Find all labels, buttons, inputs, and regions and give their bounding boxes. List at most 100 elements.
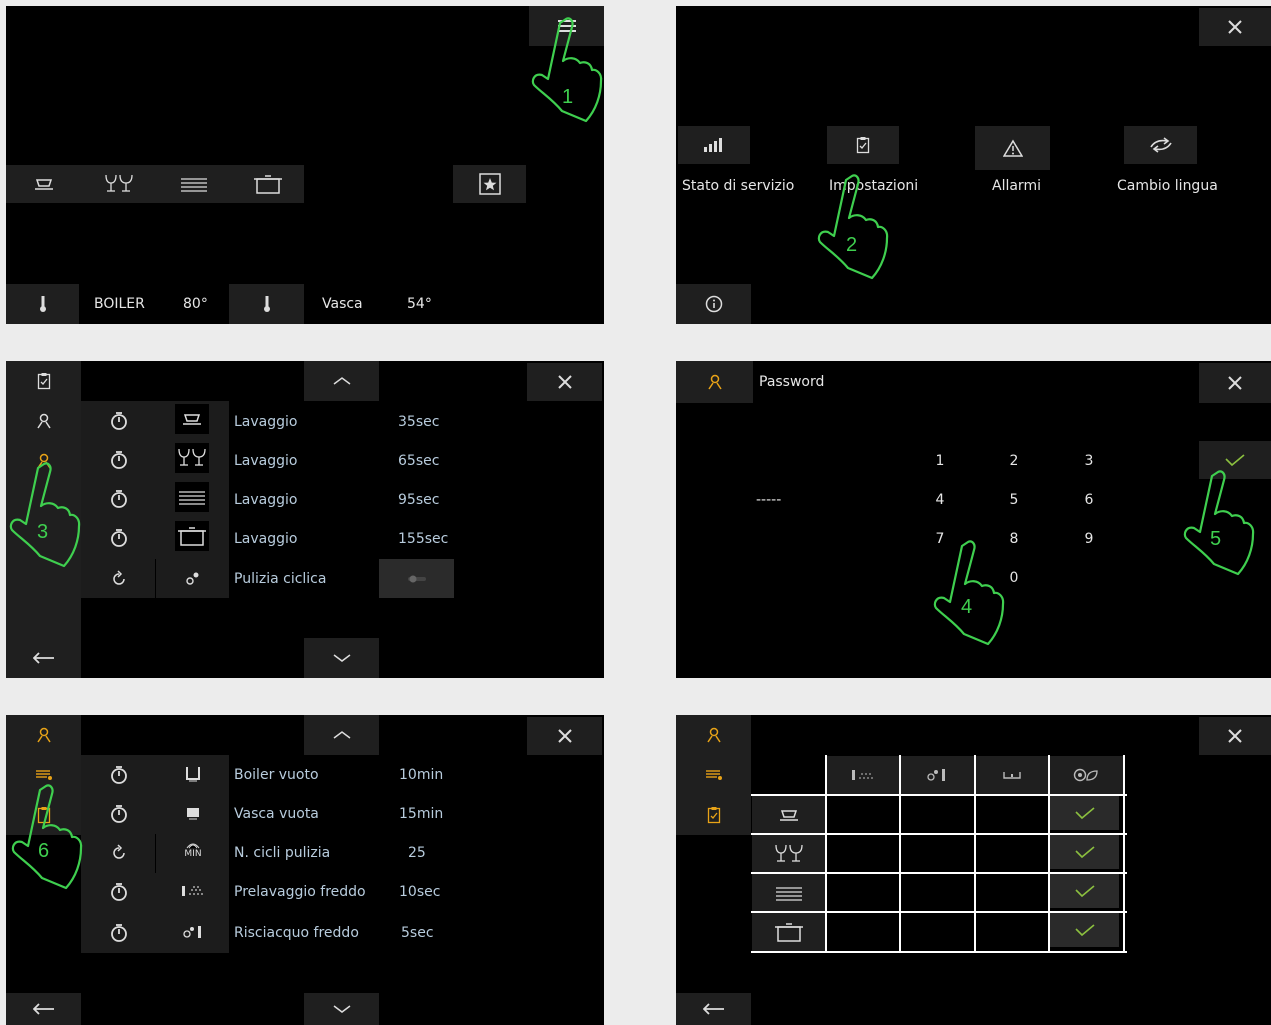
sidebar-technician-tab[interactable]: [676, 715, 751, 755]
password-entry[interactable]: -----: [756, 491, 781, 509]
matrix-cell[interactable]: [976, 835, 1048, 872]
keypad-key-5[interactable]: 5: [1004, 491, 1024, 509]
change-language-button[interactable]: [1124, 126, 1197, 164]
program-plates-button[interactable]: [156, 165, 231, 203]
chevron-up-icon: [333, 731, 350, 739]
glasses-icon: [178, 448, 206, 466]
favorites-button[interactable]: [453, 165, 526, 203]
cyclic-cleaning-toggle[interactable]: [379, 559, 454, 598]
matrix-check-plates[interactable]: [1050, 874, 1119, 908]
sidebar-settings-tab[interactable]: [6, 795, 81, 835]
row-value: 25: [408, 845, 426, 861]
pot-icon-box: [175, 521, 209, 551]
service-status-button[interactable]: [678, 126, 750, 164]
scroll-up-button[interactable]: [304, 715, 379, 755]
tank-temp-icon-box: [229, 284, 304, 324]
alarms-button[interactable]: [975, 126, 1050, 170]
settings-button[interactable]: [827, 126, 899, 164]
close-button[interactable]: [527, 363, 602, 401]
step-number: 6: [38, 840, 50, 862]
back-button[interactable]: [676, 993, 751, 1025]
matrix-cell[interactable]: [827, 913, 899, 951]
keypad-key-3[interactable]: 3: [1079, 452, 1099, 470]
matrix-cell[interactable]: [976, 913, 1048, 951]
setting-row[interactable]: Boiler vuoto 10min: [81, 755, 604, 794]
row-label: Lavaggio: [234, 453, 298, 469]
language-swap-icon: [1149, 137, 1172, 153]
setting-row[interactable]: Vasca vuota 15min: [81, 794, 604, 833]
info-button[interactable]: [676, 284, 751, 324]
matrix-cell[interactable]: [827, 874, 899, 911]
timer-icon: [111, 805, 127, 823]
plates-icon-box: [175, 482, 209, 512]
program-matrix-screen: [676, 715, 1271, 1025]
sidebar-user-tab[interactable]: [6, 401, 81, 441]
setting-row[interactable]: Lavaggio 65sec: [81, 440, 604, 479]
cup-icon: [779, 810, 798, 821]
keypad-key-6[interactable]: 6: [1079, 491, 1099, 509]
setting-row[interactable]: Lavaggio 95sec: [81, 479, 604, 518]
sidebar-settings-tab[interactable]: [6, 361, 81, 401]
matrix-cell[interactable]: [976, 874, 1048, 911]
close-button[interactable]: [527, 717, 602, 755]
setting-row[interactable]: MIN N. cicli pulizia 25: [81, 833, 604, 872]
back-arrow-icon: [32, 1003, 54, 1015]
keypad-key-4[interactable]: 4: [930, 491, 950, 509]
matrix-cell[interactable]: [901, 835, 974, 872]
timer-icon: [111, 883, 127, 901]
matrix-check-pots[interactable]: [1050, 913, 1119, 947]
step-number: 4: [961, 596, 973, 618]
setting-row[interactable]: Prelavaggio freddo 10sec: [81, 872, 604, 911]
scroll-up-button[interactable]: [304, 361, 379, 401]
keypad-key-8[interactable]: 8: [1004, 530, 1024, 548]
setting-row[interactable]: Lavaggio 35sec: [81, 401, 604, 440]
sidebar-cycles-tab[interactable]: [676, 755, 751, 795]
check-icon: [1074, 924, 1095, 937]
keypad-key-7[interactable]: 7: [930, 530, 950, 548]
keypad-key-9[interactable]: 9: [1079, 530, 1099, 548]
cycle-icon: [113, 844, 125, 859]
matrix-cell[interactable]: [901, 796, 974, 833]
sidebar-cycles-tab[interactable]: [6, 755, 81, 795]
technician-icon-box: [676, 361, 753, 403]
keypad-key-1[interactable]: 1: [930, 452, 950, 470]
matrix-cell[interactable]: [976, 796, 1048, 833]
service-status-label: Stato di servizio: [682, 178, 795, 194]
row-value: 15min: [399, 806, 444, 822]
sidebar-column: [676, 755, 751, 835]
close-button[interactable]: [1199, 717, 1271, 755]
scroll-down-button[interactable]: [304, 638, 379, 678]
program-cups-button[interactable]: [6, 165, 81, 203]
keypad-key-0[interactable]: 0: [1004, 569, 1024, 587]
timer-icon: [111, 451, 127, 469]
cold-rinse-icon: [183, 926, 201, 938]
matrix-cell[interactable]: [901, 913, 974, 951]
close-button[interactable]: [1199, 8, 1271, 46]
confirm-button[interactable]: [1199, 441, 1271, 479]
row-label: Risciacquo freddo: [234, 925, 359, 941]
matrix-cell[interactable]: [827, 835, 899, 872]
setting-row[interactable]: Risciacquo freddo 5sec: [81, 913, 604, 952]
setting-row[interactable]: Pulizia ciclica: [81, 559, 604, 598]
keypad-key-2[interactable]: 2: [1004, 452, 1024, 470]
back-button[interactable]: [6, 993, 81, 1025]
row-label: Pulizia ciclica: [234, 571, 327, 587]
program-glasses-button[interactable]: [81, 165, 156, 203]
sidebar-settings-tab[interactable]: [676, 795, 751, 835]
menu-button[interactable]: [529, 6, 604, 46]
program-pots-button[interactable]: [231, 165, 304, 203]
matrix-check-glasses[interactable]: [1050, 835, 1119, 869]
sidebar-technician-tab[interactable]: [6, 715, 81, 755]
scroll-down-button[interactable]: [304, 993, 379, 1025]
min-cycles-icon: MIN: [181, 839, 205, 865]
close-button[interactable]: [1199, 363, 1271, 403]
technician-icon: [706, 727, 721, 743]
sidebar-technician-tab[interactable]: [6, 441, 81, 481]
back-button[interactable]: [6, 638, 81, 678]
plates-icon: [179, 491, 205, 505]
boiler-temp-icon-box: [6, 284, 79, 324]
matrix-cell[interactable]: [901, 874, 974, 911]
setting-row[interactable]: Lavaggio 155sec: [81, 518, 604, 557]
matrix-cell[interactable]: [827, 796, 899, 833]
matrix-check-cups[interactable]: [1050, 796, 1119, 830]
